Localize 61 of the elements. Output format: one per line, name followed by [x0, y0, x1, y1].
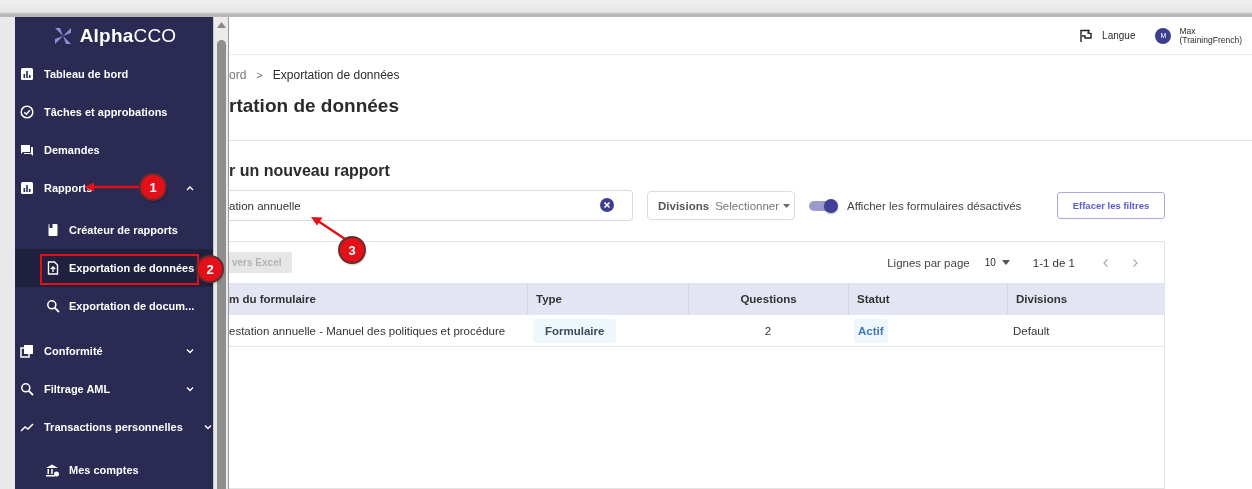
sidebar-item[interactable]: Conformité [44, 345, 103, 357]
toggle-label: Afficher les formulaires désactivés [847, 199, 1022, 212]
callout-badge: 3 [340, 238, 364, 262]
section-title: r un nouveau rapport [229, 162, 391, 181]
column-header[interactable]: m du formulaire [229, 283, 527, 315]
column-header[interactable]: Questions [688, 283, 848, 315]
scroll-up-icon[interactable] [217, 22, 226, 28]
logo-text: AlphaCCO [79, 25, 177, 47]
clear-icon[interactable] [600, 198, 614, 212]
type-tag: Formulaire [533, 318, 617, 343]
sidebar-icon [20, 420, 34, 434]
sidebar-item[interactable]: Demandes [44, 144, 100, 156]
rows-per-page-select[interactable]: 10 [984, 257, 996, 268]
sidebar-icon [20, 181, 34, 195]
sidebar-item[interactable]: Filtrage AML [44, 383, 111, 395]
sidebar-item[interactable]: Rapports [44, 182, 93, 194]
column-header[interactable]: Divisions [1007, 283, 1164, 315]
flag-icon[interactable] [1079, 28, 1094, 43]
sidebar-item[interactable]: Mes comptes [69, 464, 139, 476]
page-range: 1-1 de 1 [1032, 256, 1075, 269]
sidebar-icon [20, 382, 34, 396]
toggle-switch[interactable] [809, 198, 839, 213]
divisions-select[interactable]: Divisions Selectionner [647, 191, 795, 220]
sidebar-icon [20, 67, 34, 81]
sidebar-subitem[interactable]: Créateur de rapports [15, 211, 213, 249]
breadcrumb-separator: > [256, 69, 263, 81]
breadcrumb-link[interactable]: ord [229, 68, 247, 82]
breadcrumb-current: Exportation de données [272, 68, 400, 82]
column-header[interactable]: Statut [848, 283, 1007, 315]
sidebar-item[interactable]: Tableau de bord [44, 68, 129, 80]
sidebar-item[interactable]: Transactions personnelles [44, 421, 183, 433]
scrollbar[interactable] [213, 17, 229, 489]
sidebar-icon [45, 463, 59, 477]
rows-per-page-label: Lignes par page [887, 256, 970, 269]
sidebar-icon [46, 261, 60, 275]
table-cell: 2 [764, 324, 772, 337]
sidebar-icon [20, 344, 34, 358]
status-tag: Actif [854, 318, 888, 343]
caret-icon[interactable] [783, 203, 791, 208]
sidebar-icon [46, 299, 60, 313]
sidebar-item[interactable]: Tâches et approbations [44, 106, 168, 118]
sidebar-icon [46, 223, 60, 237]
sidebar-icon [20, 143, 34, 157]
column-header[interactable]: Type [527, 283, 688, 315]
user-name: Max [1179, 26, 1197, 36]
sidebar-subitem[interactable]: Exportation de docum... [15, 287, 213, 325]
user-account: (TrainingFrench) [1179, 35, 1242, 45]
annotation-arrow [310, 216, 346, 240]
callout-badge: 1 [141, 175, 165, 199]
caret-icon[interactable] [1001, 260, 1010, 265]
clear-filters-button[interactable]: Effacer les filtres [1057, 192, 1165, 219]
chevron-down-icon[interactable] [185, 384, 195, 394]
chevron-down-icon[interactable] [185, 346, 195, 356]
language-link[interactable]: Langue [1102, 30, 1136, 41]
callout-badge: 2 [198, 257, 222, 281]
search-field[interactable]: ation annuelle [229, 190, 633, 221]
sidebar-icon [20, 105, 34, 119]
table-cell: Default [1013, 324, 1050, 337]
page-title: rtation de données [229, 95, 400, 118]
table-cell: estation annuelle - Manuel des politiques et procédure [229, 324, 506, 337]
chevron-down-icon[interactable] [202, 422, 213, 432]
